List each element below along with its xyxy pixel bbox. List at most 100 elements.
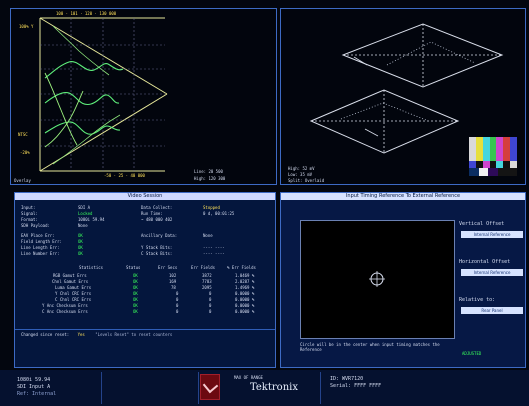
waveform-field-readout: High: 120 300 xyxy=(194,176,226,181)
status-field-value-2: ---- ---- xyxy=(203,245,225,250)
table-cell: 0 xyxy=(209,291,212,296)
horizontal-offset-button[interactable]: Internal Reference xyxy=(461,269,523,276)
table-cell: 0 xyxy=(176,309,179,314)
timing-title: Input Timing Reference To External Refer… xyxy=(281,193,525,200)
vertical-offset-button[interactable]: Internal Reference xyxy=(461,231,523,238)
table-cell: 3872 xyxy=(202,273,212,278)
table-cell: OK xyxy=(133,285,138,290)
status-field-label-2: C Stack Bits: xyxy=(141,251,173,256)
table-cell: C Anc Checksum Errs xyxy=(42,309,88,314)
table-cell: 1.0469 % xyxy=(235,273,255,278)
timing-target-graphic xyxy=(369,271,385,287)
status-field-label: Format: xyxy=(21,217,38,222)
status-field-value-2: None xyxy=(203,233,213,238)
table-cell: 102 xyxy=(169,273,177,278)
timing-target-box[interactable] xyxy=(300,220,455,339)
bottom-right-cell: ID: WVR7120 Serial: FFFF FFFF xyxy=(330,376,510,401)
color-bars-thumbnail xyxy=(469,137,518,176)
status-field-label-2: Y Stack Bits: xyxy=(141,245,173,250)
vertical-offset-label: Vertical Offset xyxy=(459,221,505,227)
waveform-bottom-scale: -50 · 25 · 40 000 xyxy=(104,173,145,178)
status-field-value-2: 0 d, 00:01:25 xyxy=(203,211,235,216)
table-cell: 0 xyxy=(176,303,179,308)
waveform-level-negative: -20% xyxy=(20,150,30,155)
bottom-mid-label: MAX OF RANGE xyxy=(234,375,263,380)
status-field-label: Line Length Err: xyxy=(21,245,60,250)
waveform-graph xyxy=(11,9,276,184)
statistics-table-header: Statistics Status Err Secs Err Fields % … xyxy=(21,265,271,270)
table-cell: 78 xyxy=(171,285,176,290)
table-cell: 0 xyxy=(209,303,212,308)
waveform-mode: Overlay xyxy=(14,178,31,183)
serial-number: Serial: FFFF FFFF xyxy=(330,383,382,389)
status-field-value-2: ---- ---- xyxy=(203,251,225,256)
table-cell: Y Anc Checksum Errs xyxy=(42,303,88,308)
changed-since-reset-value: Yes xyxy=(77,332,85,337)
table-header-percent-err: % Err Fields xyxy=(227,265,256,270)
statistics-table: RGB Gamut Errs OK 102 3872 1.0469 % Chnl… xyxy=(21,273,271,323)
status-field-value: 1080i 59.94 xyxy=(78,217,105,222)
table-cell: Y Chnl CRC Errs xyxy=(55,291,92,296)
horizontal-offset-label: Horizontal Offset xyxy=(459,259,511,265)
status-field-value: None xyxy=(78,223,88,228)
status-footer-divider xyxy=(15,329,275,330)
timing-bottom-status: ADJUSTED xyxy=(462,351,482,356)
tektronix-logo: Tektronix xyxy=(250,382,298,393)
status-field-field-length: Field Length Err: OK xyxy=(21,239,269,244)
alarm-indicator[interactable] xyxy=(200,374,220,400)
table-cell: 0.0000 % xyxy=(235,297,255,302)
table-row: Y Chnl CRC Errs OK 0 0 0.0000 % xyxy=(21,291,271,296)
vector-tile[interactable]: High: 52 mV Low: 35 mV Split: Overlaid xyxy=(280,8,526,185)
status-footer: Changed since reset: Yes "Levels Reset" … xyxy=(21,332,271,337)
table-cell: 2095 xyxy=(202,285,212,290)
status-title: Video Session xyxy=(15,193,275,200)
status-field-value: SDI A xyxy=(78,205,91,210)
status-field-label-2: Data Collect: xyxy=(141,205,173,210)
timing-tile[interactable]: Input Timing Reference To External Refer… xyxy=(280,192,526,368)
table-cell: 0.0000 % xyxy=(235,303,255,308)
waveform-level-100: 100% Y xyxy=(19,24,34,29)
table-cell: Luma Gamut Errs xyxy=(55,285,92,290)
status-field-value: OK xyxy=(78,239,83,244)
bottom-left-cell: 1080i 59.94 SDI Input A Ref: Internal xyxy=(17,377,97,402)
status-field-label: SDH Payload: xyxy=(21,223,50,228)
table-cell: 0.0000 % xyxy=(235,309,255,314)
status-tile[interactable]: Video Session Input: SDI A Data Collect:… xyxy=(14,192,276,368)
table-cell: 1.4969 % xyxy=(235,285,255,290)
table-cell: 2.0287 % xyxy=(235,279,255,284)
table-header-status: Status xyxy=(126,265,141,270)
table-cell: OK xyxy=(133,309,138,314)
status-field-line-length: Line Length Err: OK Y Stack Bits: ---- -… xyxy=(21,245,269,250)
table-cell: C Chnl CRC Errs xyxy=(55,297,92,302)
status-field-format: Format: 1080i 59.94 ~ 480 000 402 xyxy=(21,217,269,222)
relative-to-button[interactable]: Rear Panel xyxy=(461,307,523,314)
timing-note: Circle will be in the center when input … xyxy=(300,342,440,352)
bottom-divider-2 xyxy=(198,372,199,404)
table-row: C Chnl CRC Errs OK 0 0 0.0000 % xyxy=(21,297,271,302)
relative-to-label: Relative to: xyxy=(459,297,496,303)
table-row: Y Anc Checksum Errs OK 0 0 0.0000 % xyxy=(21,303,271,308)
waveform-tile[interactable]: 100 · 101 · 120 · 130 000 100% Y NTSC -2… xyxy=(10,8,277,185)
status-field-value: OK xyxy=(78,245,83,250)
status-field-input: Input: SDI A Data Collect: Stopped xyxy=(21,205,269,210)
status-field-value: Locked xyxy=(78,211,93,216)
bottom-divider-3 xyxy=(320,372,321,404)
table-header-err-fields: Err Fields xyxy=(191,265,216,270)
waveform-level-ntsc: NTSC xyxy=(18,132,28,137)
status-field-value: OK xyxy=(78,233,83,238)
waveform-line-readout: Line: 20 500 xyxy=(194,169,223,174)
table-cell: RGB Gamut Errs xyxy=(53,273,87,278)
table-cell: 0.0000 % xyxy=(235,291,255,296)
vector-readout-low: Low: 35 mV xyxy=(288,172,313,177)
status-field-line-number: Line Number Err: OK C Stack Bits: ---- -… xyxy=(21,251,269,256)
table-row: C Anc Checksum Errs OK 0 0 0.0000 % xyxy=(21,309,271,314)
table-cell: OK xyxy=(133,303,138,308)
status-field-label-2: Run Time: xyxy=(141,211,163,216)
bottom-reference: Ref: Internal xyxy=(17,391,57,397)
table-header-err-secs: Err Secs xyxy=(158,265,178,270)
vector-readout-split: Split: Overlaid xyxy=(288,178,325,183)
status-field-value: OK xyxy=(78,251,83,256)
table-cell: 0 xyxy=(176,297,179,302)
status-field-label: Signal: xyxy=(21,211,38,216)
table-cell: 169 xyxy=(169,279,177,284)
